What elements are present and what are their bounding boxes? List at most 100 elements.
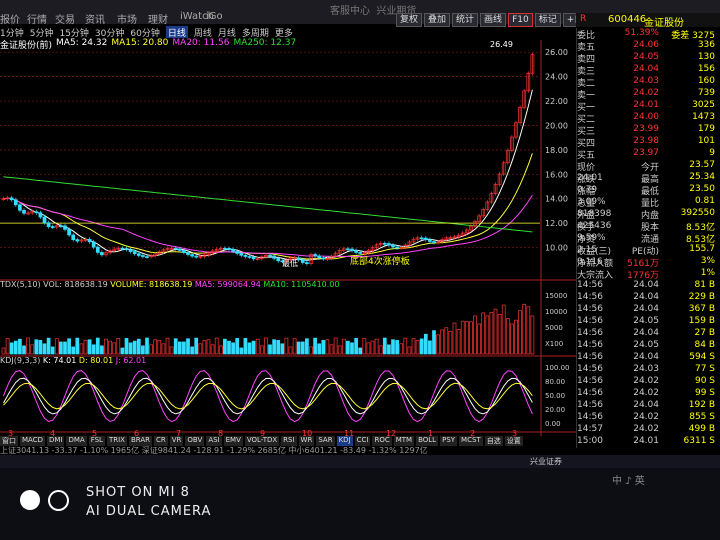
weibi-row: 委比 51.39% 委差 3275 <box>577 28 720 41</box>
period-tab[interactable]: 5分钟 <box>30 26 54 39</box>
volume-bar <box>350 342 354 355</box>
right-menu-item[interactable]: 客服中心 <box>330 6 370 17</box>
volume-bar <box>288 346 293 355</box>
quote-value: 流通 <box>640 235 659 245</box>
volume-bar <box>132 340 137 355</box>
period-tab[interactable]: 周线 <box>194 26 212 39</box>
period-tab[interactable]: 多周期 <box>242 26 269 39</box>
volume-bar <box>71 346 76 355</box>
candle-body <box>9 197 14 201</box>
candle-body <box>50 226 55 228</box>
volume-bar <box>464 321 469 355</box>
menu-item[interactable]: 报价 <box>0 11 20 26</box>
candle-body <box>34 211 39 214</box>
price-axis-label: 12.00 <box>545 219 568 228</box>
volume-axis-label: 5000 <box>545 324 563 332</box>
volume-bar <box>59 341 63 355</box>
mark-button[interactable]: 标记 <box>534 13 561 27</box>
quote-volume: 160 <box>697 76 715 86</box>
indicator-tab[interactable]: MCST <box>459 436 483 446</box>
stock-code: 600446 <box>608 14 647 25</box>
price-axis-label: 22.00 <box>545 97 568 106</box>
volume-bar <box>149 344 153 355</box>
volume-bar <box>436 334 440 355</box>
taskbar-item[interactable]: 英 <box>635 476 645 487</box>
draw-line-button[interactable]: 画线 <box>480 13 507 27</box>
indicator-tab[interactable]: 自选 <box>484 436 503 446</box>
quote-value: 24.06 <box>633 40 659 50</box>
menu-item[interactable]: iGo <box>206 11 223 25</box>
volume-legend: TDX(5,10) VOL: 818638.19 VOLUME: 818638.… <box>0 280 340 289</box>
taskbar-item[interactable]: 中 <box>612 476 622 487</box>
stat-row: 现价 24.01 今开 23.57 <box>577 160 720 183</box>
camera-dot-icon <box>20 490 40 510</box>
volume-bar <box>153 339 158 355</box>
quote-volume: 25.34 <box>689 172 715 182</box>
stats-button[interactable]: 统计 <box>452 13 479 27</box>
volume-bar <box>54 338 59 355</box>
kline-chart[interactable]: 26.00 24.00 22.00 20.00 18.00 16.00 14.00 12.00… <box>0 40 576 454</box>
fuquan-button[interactable]: 复权 <box>396 13 423 27</box>
candle-body <box>91 241 96 248</box>
quote-volume: 0.81 <box>694 196 715 206</box>
stat-row: 外盘 425436 内盘 392550 <box>577 208 720 231</box>
volume-bar <box>79 343 84 355</box>
volume-bar <box>218 345 223 355</box>
volume-bar <box>108 340 112 355</box>
menu-item[interactable]: 行情 <box>27 11 47 26</box>
volume-bar <box>469 321 473 355</box>
menu-item[interactable]: 交易 <box>55 11 75 26</box>
volume-bar <box>391 339 395 355</box>
taskbar-item[interactable]: ♪ <box>625 476 631 487</box>
volume-bar <box>194 337 199 355</box>
volume-bar <box>145 337 149 355</box>
kdj-axis-label: 100.00 <box>545 364 570 372</box>
menu-item[interactable]: 市场 <box>117 11 137 26</box>
quote-volume: 855 S <box>689 412 715 422</box>
period-tab[interactable]: 60分钟 <box>130 26 159 39</box>
tick-row: 14:56 24.02 90 S <box>577 376 720 388</box>
quote-value: 24.03 <box>633 76 659 86</box>
quote-label: 14:56 <box>577 400 603 410</box>
stock-name: 金证股份 <box>644 18 684 29</box>
price-axis-label: 16.00 <box>545 170 568 179</box>
overlay-button[interactable]: 叠加 <box>424 13 451 27</box>
quote-value: 24.02 <box>633 88 659 98</box>
volume-bar <box>91 344 96 355</box>
buy-row: 买一 24.01 3025 <box>577 100 720 113</box>
kdj-legend-d: D: 80.01 <box>78 356 114 365</box>
volume-bar <box>182 341 186 355</box>
f10-button[interactable]: F10 <box>508 13 533 27</box>
quote-label: 换手 9.59% <box>577 223 606 243</box>
quote-value: 内盘 <box>640 211 659 221</box>
candle-body <box>432 241 436 243</box>
period-tab[interactable]: 更多 <box>275 26 293 39</box>
quote-label: 14:56 <box>577 412 603 422</box>
indicator-tab[interactable]: 设置 <box>504 436 523 446</box>
candle-body <box>387 243 391 246</box>
quote-volume: 739 <box>697 88 715 98</box>
period-tab[interactable]: 15分钟 <box>59 26 88 39</box>
quote-label: 大宗流入 <box>577 271 614 281</box>
candle-body <box>251 256 256 260</box>
volume-bar <box>317 343 322 355</box>
volume-bar <box>198 343 203 355</box>
menu-item[interactable]: 资讯 <box>85 11 105 26</box>
quote-value: 最高 <box>640 175 659 185</box>
menu-item[interactable]: 理财 <box>148 11 168 26</box>
buy-row: 买四 23.98 101 <box>577 136 720 149</box>
period-tab[interactable]: 月线 <box>218 26 236 39</box>
quote-value: 24.04 <box>633 64 659 74</box>
quote-label: 涨跌 0.79 <box>577 175 598 195</box>
period-tab[interactable]: 30分钟 <box>95 26 124 39</box>
volume-bar <box>399 343 404 355</box>
quote-volume: 81 B <box>694 280 716 290</box>
volume-bar <box>387 344 391 355</box>
taskbar-ime: 中 ♪ 英 <box>612 472 645 487</box>
flow-row: 净流入额 5161万 3% <box>577 256 720 269</box>
period-tab[interactable]: 1分钟 <box>0 26 24 39</box>
indicator-tab[interactable]: PSY <box>440 436 458 446</box>
candle-body <box>145 256 149 258</box>
quote-label: 14:56 <box>577 388 603 398</box>
period-tab-selected[interactable]: 日线 <box>165 26 188 39</box>
